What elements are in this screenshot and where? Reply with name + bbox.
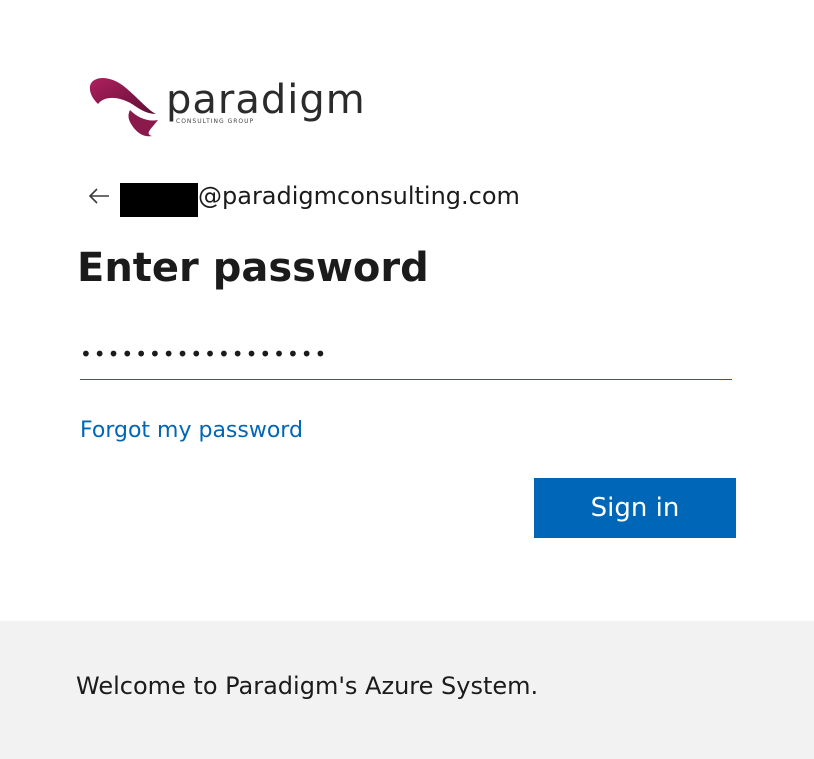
password-masked-value: •••••••••••••••••• bbox=[80, 341, 329, 366]
account-identity: @paradigmconsulting.com bbox=[84, 176, 520, 217]
redacted-username-block bbox=[120, 183, 198, 217]
sign-in-card: paradigm CONSULTING GROUP @paradigmconsu… bbox=[0, 0, 814, 621]
password-field[interactable]: •••••••••••••••••• bbox=[80, 328, 732, 380]
logo-subtitle: CONSULTING GROUP bbox=[176, 118, 255, 125]
page-title: Enter password bbox=[77, 245, 429, 291]
paradigm-swoosh-logo-icon bbox=[89, 78, 158, 137]
sign-in-button[interactable]: Sign in bbox=[534, 478, 736, 538]
arrow-left-icon[interactable] bbox=[84, 181, 114, 211]
forgot-password-link[interactable]: Forgot my password bbox=[80, 416, 303, 446]
footer-banner: Welcome to Paradigm's Azure System. bbox=[0, 621, 814, 759]
company-logo: paradigm CONSULTING GROUP bbox=[86, 74, 386, 140]
account-email: @paradigmconsulting.com bbox=[198, 182, 520, 210]
footer-welcome-text: Welcome to Paradigm's Azure System. bbox=[76, 672, 539, 700]
